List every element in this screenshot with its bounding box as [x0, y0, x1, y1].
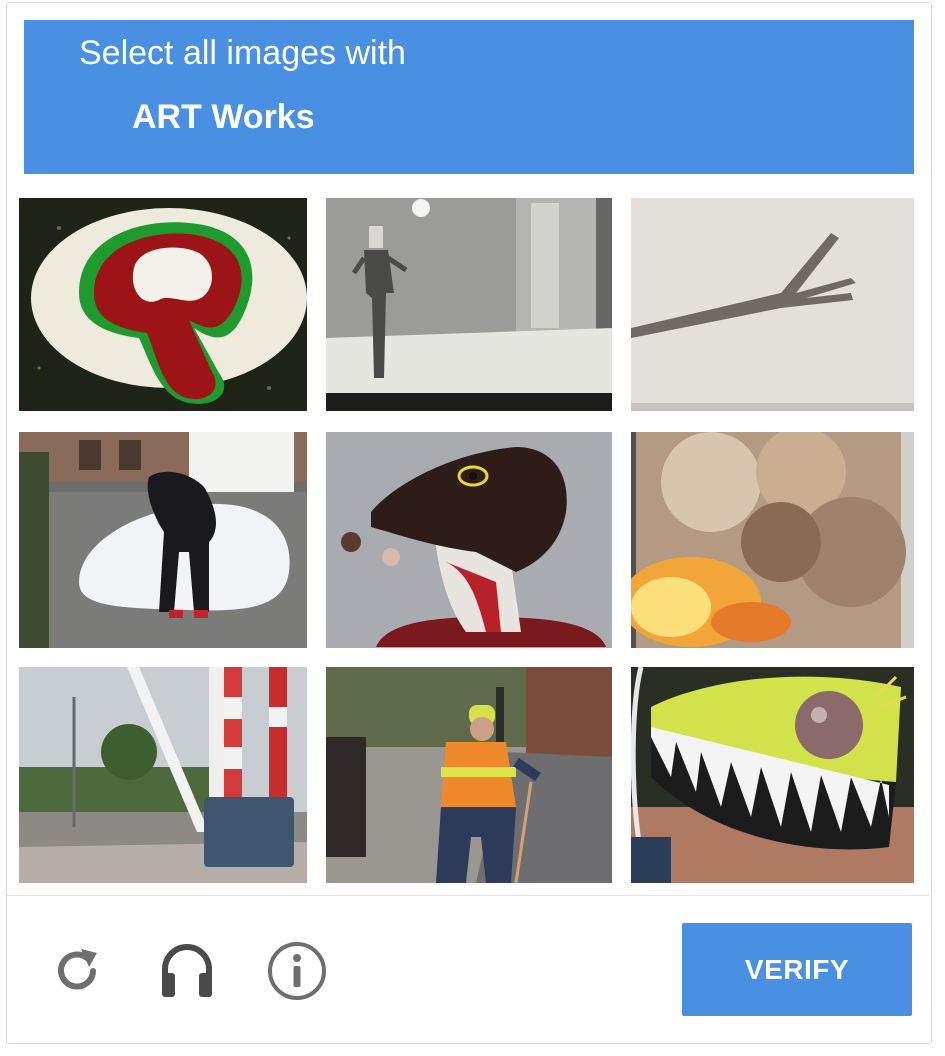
image-tile-5[interactable] — [326, 432, 612, 648]
image-tile-3[interactable] — [631, 198, 914, 411]
tile-3-image — [631, 198, 914, 411]
info-button[interactable] — [262, 936, 332, 1006]
challenge-header: Select all images with ART Works — [24, 20, 914, 174]
image-tile-7[interactable] — [19, 667, 307, 883]
image-tile-2[interactable] — [326, 198, 612, 411]
image-tile-8[interactable] — [326, 667, 612, 883]
image-tile-9[interactable] — [631, 667, 914, 883]
info-icon — [268, 942, 326, 1000]
audio-button[interactable] — [152, 934, 222, 1004]
verify-button[interactable]: VERIFY — [682, 923, 912, 1016]
image-tile-1[interactable] — [19, 198, 307, 411]
image-tile-6[interactable] — [631, 432, 914, 648]
tile-5-image — [326, 432, 612, 648]
challenge-target: ART Works — [132, 98, 315, 136]
tile-6-image — [631, 432, 914, 648]
footer-divider — [6, 895, 930, 896]
tile-9-image — [631, 667, 914, 883]
reload-button[interactable] — [42, 936, 112, 1006]
tile-4-image — [19, 432, 307, 648]
reload-icon — [58, 949, 97, 990]
image-tile-4[interactable] — [19, 432, 307, 648]
tile-2-image — [326, 198, 612, 411]
tile-7-image — [19, 667, 307, 883]
challenge-instruction: Select all images with — [79, 34, 406, 72]
tile-8-image — [326, 667, 612, 883]
tile-1-image — [19, 198, 307, 411]
headphones-icon — [162, 944, 212, 997]
